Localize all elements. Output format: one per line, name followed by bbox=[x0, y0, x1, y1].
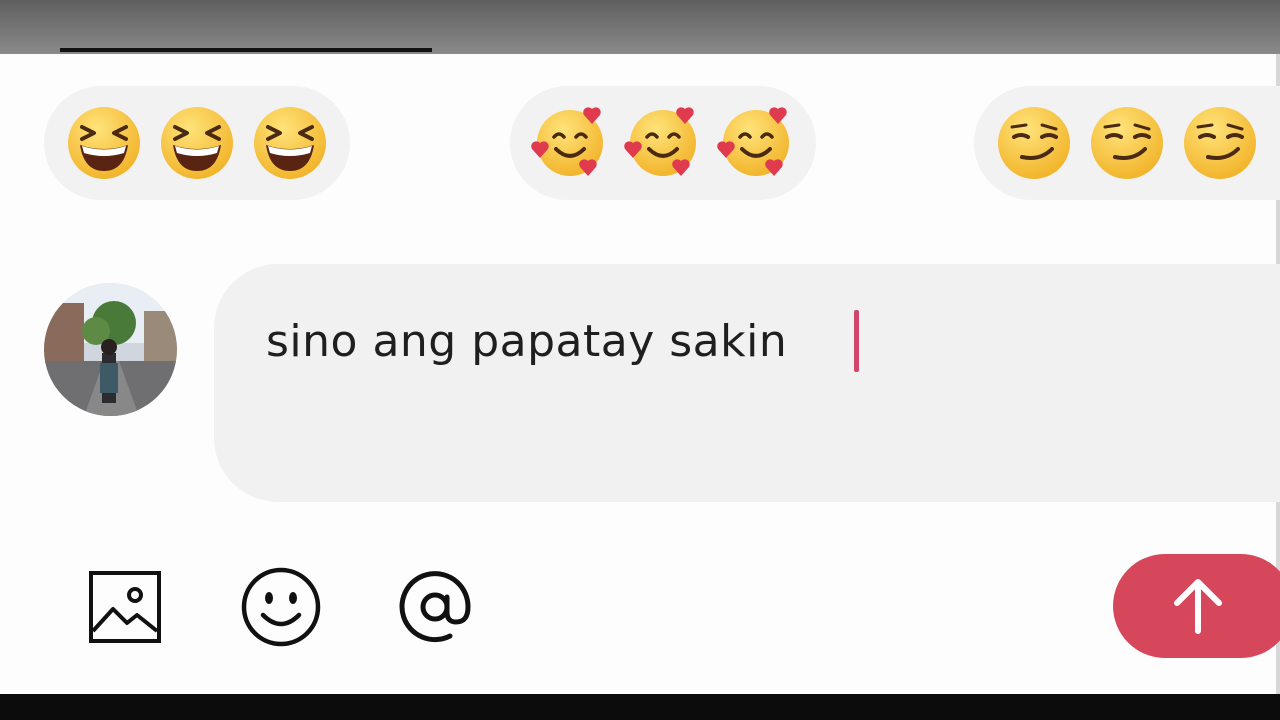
smirking-face-icon[interactable] bbox=[1087, 103, 1167, 183]
reaction-pill-laughing[interactable] bbox=[44, 86, 350, 200]
screen: sino ang papatay sakin bbox=[0, 0, 1280, 720]
smiling-face-with-hearts-icon[interactable] bbox=[530, 103, 610, 183]
grinning-squinting-face-icon[interactable] bbox=[250, 103, 330, 183]
mention-button[interactable] bbox=[390, 562, 480, 652]
comment-input[interactable] bbox=[214, 264, 1280, 502]
smiling-face-with-hearts-icon[interactable] bbox=[623, 103, 703, 183]
video-top-bar bbox=[0, 0, 1280, 54]
smiling-face-with-hearts-icon[interactable] bbox=[716, 103, 796, 183]
avatar-photo bbox=[44, 283, 177, 416]
bottom-edge bbox=[0, 694, 1280, 720]
smirking-face-icon[interactable] bbox=[1180, 103, 1260, 183]
grinning-squinting-face-icon[interactable] bbox=[64, 103, 144, 183]
mention-icon bbox=[399, 571, 471, 643]
emoji-button[interactable] bbox=[236, 562, 326, 652]
comment-input-text[interactable]: sino ang papatay sakin bbox=[266, 314, 787, 370]
story-progress-bar bbox=[60, 48, 432, 52]
reaction-pill-love[interactable] bbox=[510, 86, 816, 200]
grinning-squinting-face-icon[interactable] bbox=[157, 103, 237, 183]
text-caret bbox=[854, 310, 859, 372]
reaction-pill-smirk[interactable] bbox=[974, 86, 1280, 200]
send-button[interactable] bbox=[1113, 554, 1280, 658]
avatar[interactable] bbox=[44, 283, 177, 416]
emoji-icon bbox=[241, 567, 321, 647]
send-arrow-icon bbox=[1174, 579, 1222, 634]
smirking-face-icon[interactable] bbox=[994, 103, 1074, 183]
image-button[interactable] bbox=[80, 562, 170, 652]
image-icon bbox=[89, 571, 161, 643]
